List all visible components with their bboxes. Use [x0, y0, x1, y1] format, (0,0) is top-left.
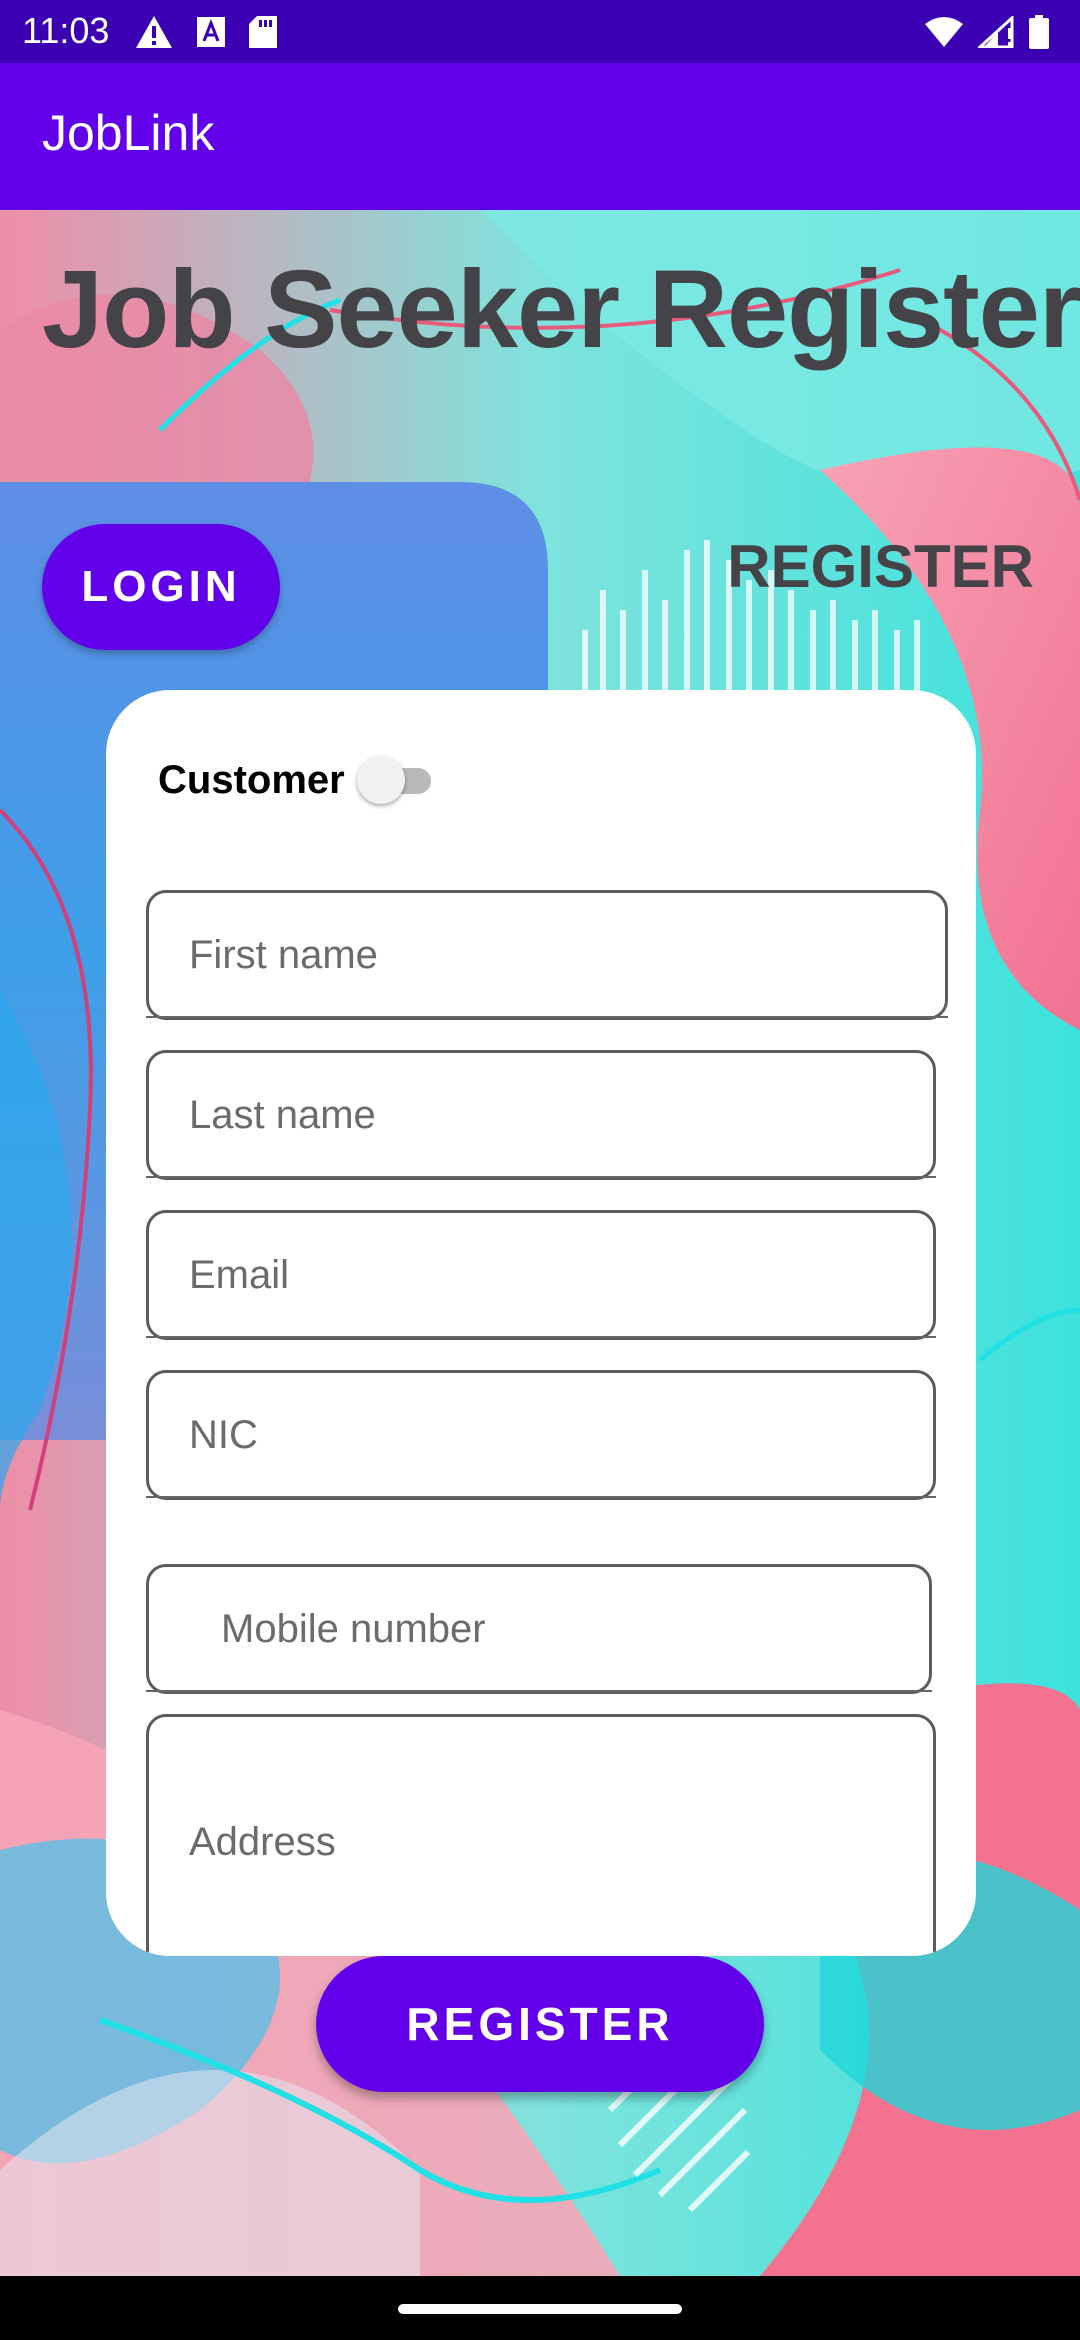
customer-toggle-row: Customer — [158, 750, 435, 810]
address-field — [146, 1714, 936, 1956]
battery-icon — [1029, 15, 1049, 49]
last-name-field — [146, 1050, 936, 1180]
app-title: JobLink — [42, 105, 215, 161]
last-name-underline — [146, 1176, 936, 1178]
mobile-input[interactable] — [149, 1567, 929, 1691]
home-gesture-handle[interactable] — [398, 2304, 682, 2314]
address-input[interactable] — [149, 1717, 933, 1956]
register-tab[interactable]: REGISTER — [727, 532, 1034, 602]
register-screen: Job Seeker Register LOGIN REGISTER Custo… — [0, 210, 1080, 2276]
warning-icon — [136, 16, 172, 48]
email-input[interactable] — [149, 1213, 933, 1337]
last-name-input[interactable] — [149, 1053, 933, 1177]
status-bar: 11:03 — [0, 0, 1080, 63]
nic-field — [146, 1370, 936, 1500]
nic-input[interactable] — [149, 1373, 933, 1497]
register-form-card: Customer — [106, 690, 976, 1956]
email-field — [146, 1210, 936, 1340]
status-left-icons — [134, 12, 278, 52]
first-name-underline — [146, 1016, 948, 1018]
customer-toggle-label: Customer — [158, 757, 345, 802]
signal-icon — [978, 16, 1014, 48]
font-a-icon — [197, 17, 225, 47]
customer-switch[interactable] — [356, 754, 435, 806]
first-name-input[interactable] — [149, 893, 945, 1017]
nic-underline — [146, 1496, 936, 1498]
first-name-field — [146, 890, 948, 1020]
sd-card-icon — [249, 16, 277, 48]
app-bar: JobLink — [0, 63, 1080, 210]
page-title: Job Seeker Register — [42, 248, 1080, 371]
switch-thumb — [356, 756, 405, 804]
login-tab-button[interactable]: LOGIN — [42, 524, 280, 650]
system-nav-bar — [0, 2276, 1080, 2340]
mobile-field — [146, 1564, 932, 1694]
register-button[interactable]: REGISTER — [316, 1956, 764, 2092]
email-underline — [146, 1336, 936, 1338]
wifi-icon — [925, 17, 963, 47]
status-right-icons — [924, 12, 1050, 52]
mobile-underline — [146, 1690, 932, 1692]
status-time: 11:03 — [22, 10, 110, 51]
